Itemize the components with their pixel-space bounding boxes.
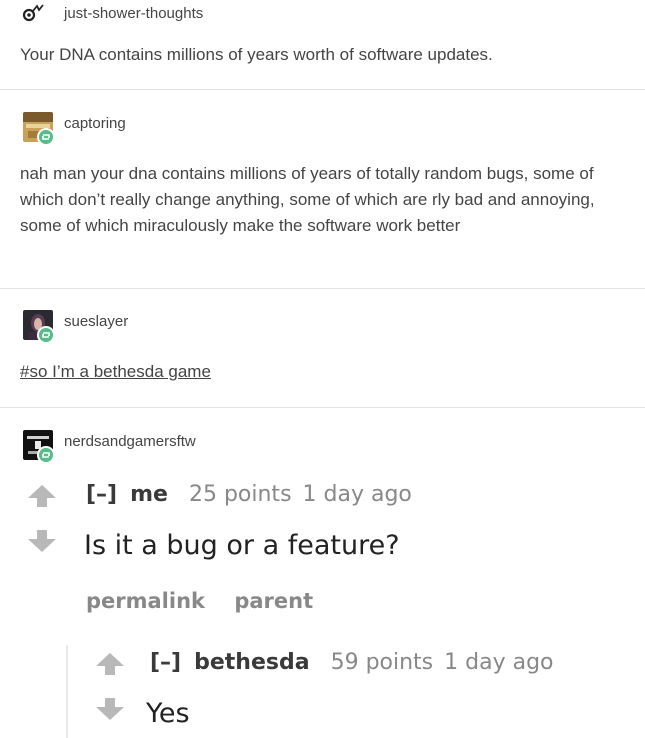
post-sueslayer: sueslayer #so I’m a bethesda game xyxy=(0,289,645,407)
reblog-icon xyxy=(37,446,55,464)
downvote-arrow-icon[interactable] xyxy=(28,530,56,557)
post-captoring: captoring nah man your dna contains mill… xyxy=(0,90,645,288)
collapse-toggle[interactable]: [–] xyxy=(150,650,181,675)
comment-body: Is it a bug or a feature? xyxy=(84,530,400,561)
reblog-icon xyxy=(37,128,55,146)
comment-actions: permalink parent xyxy=(86,589,335,613)
reply-indent-line xyxy=(66,645,68,738)
username[interactable]: sueslayer xyxy=(64,313,128,330)
post-just-shower-thoughts: just-shower-thoughts Your DNA contains m… xyxy=(0,0,645,88)
permalink-link[interactable]: permalink xyxy=(86,589,205,613)
parent-link[interactable]: parent xyxy=(234,589,313,613)
username[interactable]: just-shower-thoughts xyxy=(64,5,203,22)
downvote-arrow-icon[interactable] xyxy=(96,698,124,725)
comment-age: 1 day ago xyxy=(302,482,412,507)
reply-body: Yes xyxy=(146,698,190,729)
blog-icon[interactable] xyxy=(22,4,46,22)
collapse-toggle[interactable]: [–] xyxy=(86,482,117,507)
upvote-arrow-icon[interactable] xyxy=(96,653,124,680)
reblog-icon xyxy=(37,326,55,344)
post-nerdsandgamersftw: nerdsandgamersftw xyxy=(0,408,645,738)
comment-author[interactable]: me xyxy=(130,482,168,507)
reply-age: 1 day ago xyxy=(444,650,554,675)
reply-points: 59 points xyxy=(330,650,434,675)
post-text: Your DNA contains millions of years wort… xyxy=(20,45,493,64)
username[interactable]: captoring xyxy=(64,115,126,132)
upvote-arrow-icon[interactable] xyxy=(28,485,56,512)
comment-meta: [–] me 25 points 1 day ago xyxy=(86,482,412,507)
comment-points: 25 points xyxy=(188,482,292,507)
post-text: nah man your dna contains millions of ye… xyxy=(20,164,595,235)
reply-author[interactable]: bethesda xyxy=(194,650,309,675)
reply-meta: [–] bethesda 59 points 1 day ago xyxy=(150,650,554,675)
username[interactable]: nerdsandgamersftw xyxy=(64,433,196,450)
tag-link[interactable]: #so I’m a bethesda game xyxy=(20,359,211,385)
